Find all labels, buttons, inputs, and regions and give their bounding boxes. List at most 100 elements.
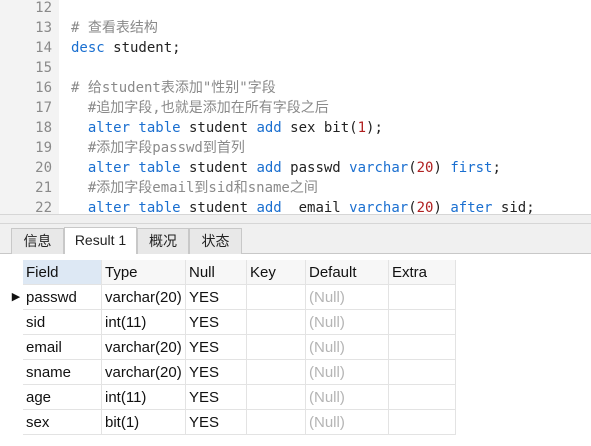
sql-keyword: varchar [349,200,409,214]
sql-text: student; [104,40,181,56]
sql-text: student [180,160,257,176]
cell-field[interactable]: sex [23,410,102,435]
cell-field[interactable]: email [23,335,102,360]
cell-null[interactable]: YES [186,385,247,410]
sql-text: ( [408,160,417,176]
table-row[interactable]: sname varchar(20) YES (Null) [8,360,456,385]
code-line[interactable]: 16 # 给student表添加"性别"字段 [0,78,591,98]
tab-info[interactable]: 信息 [11,228,64,254]
sql-text: student [180,120,257,136]
code-text: # 查看表结构 [71,18,158,38]
column-header-default[interactable]: Default [306,260,389,285]
sql-keyword: add [256,120,282,136]
cell-default[interactable]: (Null) [306,385,389,410]
line-number: 12 [35,0,52,16]
column-header-key[interactable]: Key [247,260,306,285]
code-line[interactable]: 21 #添加字段email到sid和sname之间 [0,178,591,198]
cell-null[interactable]: YES [186,335,247,360]
cell-extra[interactable] [389,410,456,435]
code-text: alter table student add passwd varchar(2… [71,158,501,178]
sql-text: passwd [281,160,350,176]
code-text: alter table student add email varchar(20… [71,198,535,214]
cell-type[interactable]: bit(1) [102,410,186,435]
column-header-field[interactable]: Field [23,260,102,285]
cell-field[interactable]: passwd [23,285,102,310]
cell-default[interactable]: (Null) [306,410,389,435]
code-text: #添加字段passwd到首列 [71,138,245,158]
sql-text: ; [492,160,501,176]
table-row[interactable]: age int(11) YES (Null) [8,385,456,410]
table-row[interactable]: sid int(11) YES (Null) [8,310,456,335]
cell-null[interactable]: YES [186,285,247,310]
sql-editor[interactable]: 12 13 # 查看表结构 14 desc student; 15 16 # 给student… [0,0,591,214]
column-header-type[interactable]: Type [102,260,186,285]
cell-key[interactable] [247,385,306,410]
cell-extra[interactable] [389,385,456,410]
cell-field[interactable]: sid [23,310,102,335]
code-line[interactable]: 15 [0,58,591,78]
cell-default[interactable]: (Null) [306,285,389,310]
pane-splitter[interactable] [0,214,591,224]
current-row-marker-icon: ▶ [11,291,21,303]
code-line[interactable]: 18 alter table student add sex bit(1); [0,118,591,138]
cell-extra[interactable] [389,310,456,335]
sql-keyword: after [450,200,493,214]
sql-comment: #追加字段,也就是添加在所有字段之后 [87,100,329,116]
cell-default[interactable]: (Null) [306,335,389,360]
cell-type[interactable]: int(11) [102,385,186,410]
sql-text: email [281,200,350,214]
table-row[interactable]: email varchar(20) YES (Null) [8,335,456,360]
sql-number: 20 [416,200,434,214]
cell-extra[interactable] [389,360,456,385]
cell-null[interactable]: YES [186,360,247,385]
cell-type[interactable]: varchar(20) [102,360,186,385]
cell-field[interactable]: age [23,385,102,410]
line-number: 18 [35,120,52,136]
cell-key[interactable] [247,360,306,385]
code-text: #追加字段,也就是添加在所有字段之后 [71,98,329,118]
grid-header-row: Field Type Null Key Default Extra [8,260,456,285]
sql-keyword: alter table [87,160,181,176]
line-number: 15 [35,60,52,76]
cell-default[interactable]: (Null) [306,360,389,385]
table-row[interactable]: sex bit(1) YES (Null) [8,410,456,435]
cell-key[interactable] [247,335,306,360]
cell-key[interactable] [247,285,306,310]
cell-extra[interactable] [389,285,456,310]
code-line[interactable]: 12 [0,0,591,18]
sql-number: 20 [416,160,434,176]
tab-profile[interactable]: 概况 [137,228,189,254]
table-row[interactable]: ▶ passwd varchar(20) YES (Null) [8,285,456,310]
sql-number: 1 [357,120,367,136]
code-line[interactable]: 14 desc student; [0,38,591,58]
cell-null[interactable]: YES [186,310,247,335]
cell-type[interactable]: int(11) [102,310,186,335]
cell-key[interactable] [247,410,306,435]
line-number: 19 [35,140,52,156]
cell-key[interactable] [247,310,306,335]
cell-null[interactable]: YES [186,410,247,435]
cell-extra[interactable] [389,335,456,360]
cell-field[interactable]: sname [23,360,102,385]
code-line[interactable]: 20 alter table student add passwd varcha… [0,158,591,178]
tab-status[interactable]: 状态 [189,228,242,254]
sql-keyword: alter table [87,200,181,214]
code-text: #添加字段email到sid和sname之间 [71,178,318,198]
cell-type[interactable]: varchar(20) [102,285,186,310]
tab-result-1[interactable]: Result 1 [64,227,137,254]
cell-type[interactable]: varchar(20) [102,335,186,360]
column-header-null[interactable]: Null [186,260,247,285]
code-line[interactable]: 22 alter table student add email varchar… [0,198,591,214]
code-line[interactable]: 13 # 查看表结构 [0,18,591,38]
sql-keyword: alter table [87,120,181,136]
code-text: desc student; [71,38,181,58]
code-line[interactable]: 19 #添加字段passwd到首列 [0,138,591,158]
column-header-extra[interactable]: Extra [389,260,456,285]
cell-default[interactable]: (Null) [306,310,389,335]
code-line[interactable]: 17 #追加字段,也就是添加在所有字段之后 [0,98,591,118]
